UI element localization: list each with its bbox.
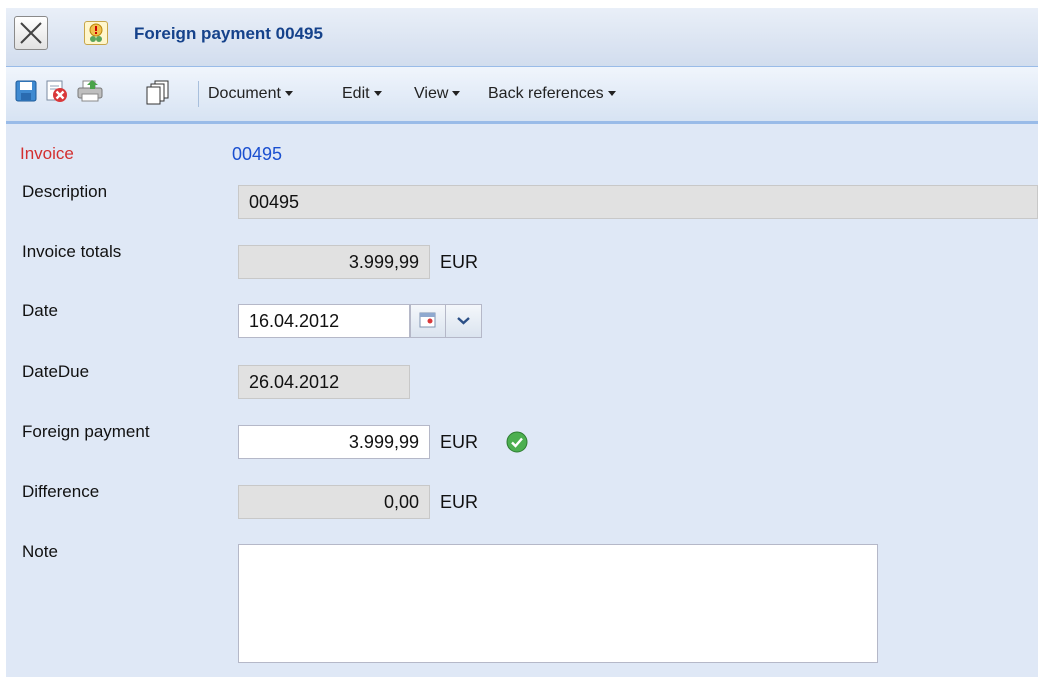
- menu-back-references[interactable]: Back references: [488, 82, 616, 106]
- payment-window: Foreign payment 00495 Document Edit View…: [6, 8, 1038, 677]
- save-icon[interactable]: [14, 79, 38, 103]
- print-icon[interactable]: [76, 79, 103, 103]
- title-bar: Foreign payment 00495: [6, 8, 1038, 67]
- invoice-label: Invoice: [20, 144, 74, 163]
- chevron-down-icon: [452, 91, 461, 97]
- foreign-payment-input[interactable]: 3.999,99: [238, 425, 430, 459]
- check-circle-icon: [506, 431, 528, 453]
- chevron-down-icon: [284, 91, 293, 97]
- chevron-down-icon: [607, 91, 616, 97]
- calendar-picker-button[interactable]: [410, 304, 446, 338]
- invoice-link[interactable]: 00495: [232, 144, 282, 165]
- difference-label: Difference: [22, 482, 100, 501]
- date-dropdown-button[interactable]: [445, 304, 482, 338]
- foreign-payment-label: Foreign payment: [22, 422, 150, 441]
- window-title: Foreign payment 00495: [134, 24, 323, 43]
- invoice-totals-field: 3.999,99: [238, 245, 430, 279]
- foreign-payment-currency: EUR: [440, 432, 479, 452]
- menu-edit[interactable]: Edit: [342, 82, 382, 106]
- copy-icon[interactable]: [146, 79, 170, 105]
- toolbar: Document Edit View Back references: [6, 67, 1038, 124]
- close-icon: [20, 22, 42, 44]
- calendar-icon: [419, 312, 436, 328]
- difference-currency: EUR: [440, 492, 479, 512]
- date-input[interactable]: 16.04.2012: [238, 304, 410, 338]
- menu-view[interactable]: View: [414, 82, 461, 106]
- toolbar-separator: [198, 81, 199, 107]
- payment-app-icon: [84, 21, 108, 45]
- difference-field: 0,00: [238, 485, 430, 519]
- note-textarea[interactable]: [238, 544, 878, 663]
- description-label: Description: [22, 182, 108, 201]
- chevron-down-icon: [457, 317, 470, 325]
- description-field: 00495: [238, 185, 1038, 219]
- date-label: Date: [22, 301, 58, 320]
- chevron-down-icon: [373, 91, 382, 97]
- close-button[interactable]: [14, 16, 48, 50]
- invoice-totals-currency: EUR: [440, 252, 479, 272]
- date-due-label: DateDue: [22, 362, 90, 381]
- delete-icon[interactable]: [44, 79, 68, 103]
- menu-document[interactable]: Document: [208, 82, 293, 106]
- invoice-totals-label: Invoice totals: [22, 242, 122, 261]
- note-label: Note: [22, 542, 58, 561]
- date-due-field: 26.04.2012: [238, 365, 410, 399]
